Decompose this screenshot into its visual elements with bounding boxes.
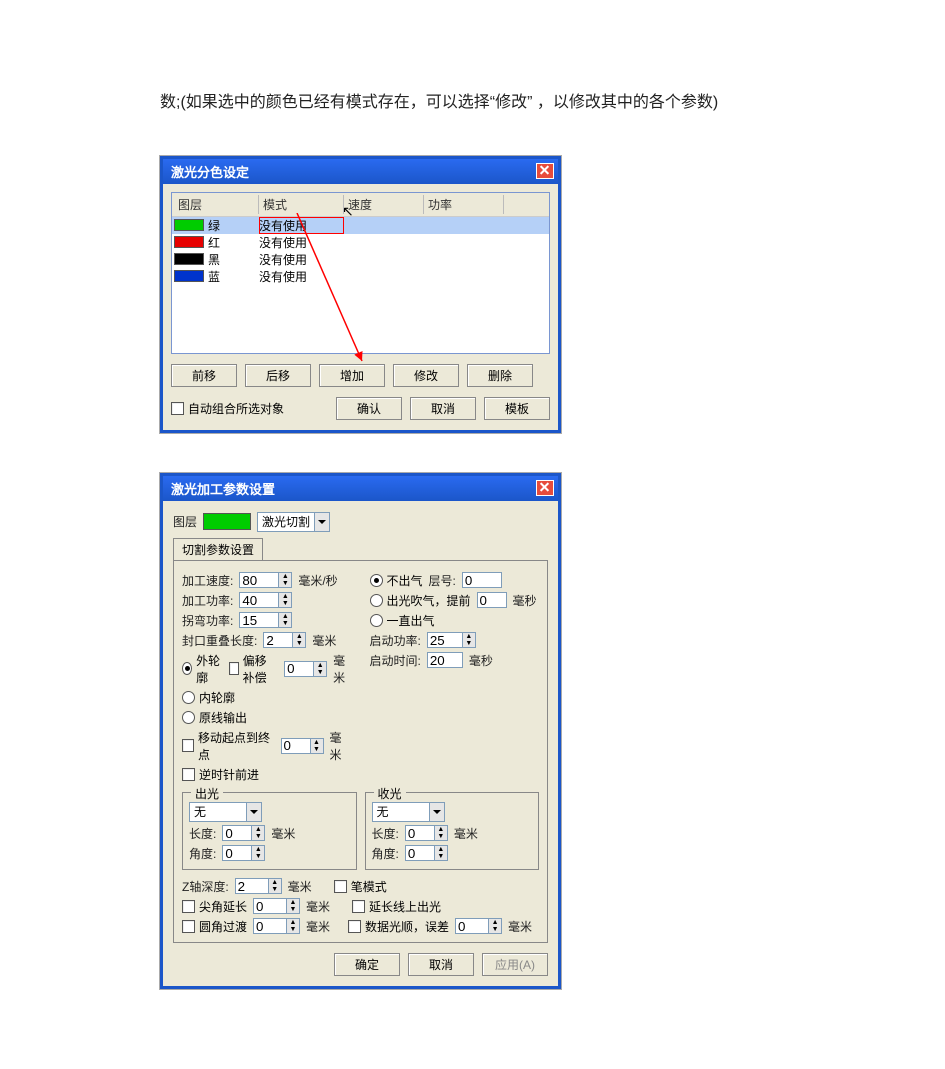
delete-button[interactable]: 删除 <box>467 364 533 387</box>
start-power-input[interactable]: ▲▼ <box>427 632 476 648</box>
table-row[interactable]: 绿 没有使用 <box>172 217 549 234</box>
in-light-group: 收光 无 长度: ▲▼ 毫米 角度: ▲▼ <box>365 792 540 870</box>
dialog1-title: 激光分色设定 <box>171 162 249 181</box>
offset-comp-checkbox[interactable]: 偏移补偿 <box>229 652 279 686</box>
swatch-green <box>174 219 204 231</box>
layer-label: 图层 <box>173 513 197 530</box>
air-advance-radio[interactable]: 出光吹气，提前 <box>370 592 471 609</box>
tab-strip: 切割参数设置 <box>173 538 548 561</box>
edit-button[interactable]: 修改 <box>393 364 459 387</box>
close-icon[interactable] <box>536 480 554 496</box>
table-row[interactable]: 红 没有使用 <box>172 234 549 251</box>
dialog2-titlebar[interactable]: 激光加工参数设置 <box>163 476 558 501</box>
corner-power-input[interactable]: ▲▼ <box>239 612 292 628</box>
in-dropdown[interactable]: 无 <box>372 802 445 822</box>
power-label: 加工功率: <box>182 592 233 609</box>
air-advance-input[interactable] <box>477 592 507 608</box>
noair-radio[interactable]: 不出气 <box>370 572 423 589</box>
dialog2-title: 激光加工参数设置 <box>171 479 275 498</box>
start-time-input[interactable] <box>427 652 463 668</box>
add-button[interactable]: 增加 <box>319 364 385 387</box>
pen-mode-checkbox[interactable]: 笔模式 <box>334 878 387 895</box>
corner-power-label: 拐弯功率: <box>182 612 233 629</box>
swatch-red <box>174 236 204 248</box>
ok-button[interactable]: 确定 <box>334 953 400 976</box>
inner-contour-radio[interactable]: 内轮廓 <box>182 689 235 706</box>
outer-contour-radio[interactable]: 外轮廓 <box>182 652 223 686</box>
arc-trans-checkbox[interactable]: 圆角过渡 <box>182 918 247 935</box>
move-start-checkbox[interactable]: 移动起点到终点 <box>182 729 275 763</box>
cursor-icon: ↖ <box>342 203 354 220</box>
out-dropdown[interactable]: 无 <box>189 802 262 822</box>
seal-input[interactable]: ▲▼ <box>263 632 306 648</box>
in-len-input[interactable]: ▲▼ <box>405 825 448 841</box>
ok-button[interactable]: 确认 <box>336 397 402 420</box>
chevron-down-icon[interactable] <box>246 803 261 821</box>
cancel-button[interactable]: 取消 <box>408 953 474 976</box>
smooth-input[interactable]: ▲▼ <box>455 918 502 934</box>
table-row[interactable]: 黑 没有使用 <box>172 251 549 268</box>
col-power: 功率 <box>424 195 504 214</box>
apply-button[interactable]: 应用(A) <box>482 953 548 976</box>
swatch-black <box>174 253 204 265</box>
speed-input[interactable]: ▲▼ <box>239 572 292 588</box>
cancel-button[interactable]: 取消 <box>410 397 476 420</box>
chevron-down-icon[interactable] <box>429 803 444 821</box>
zdepth-input[interactable]: ▲▼ <box>235 878 282 894</box>
col-speed: 速度 <box>344 195 424 214</box>
dialog1-titlebar[interactable]: 激光分色设定 <box>163 159 558 184</box>
col-mode: 模式 <box>259 195 344 214</box>
auto-group-checkbox[interactable]: 自动组合所选对象 <box>171 400 284 417</box>
sharp-ext-input[interactable]: ▲▼ <box>253 898 300 914</box>
swatch-blue <box>174 270 204 282</box>
arc-trans-input[interactable]: ▲▼ <box>253 918 300 934</box>
always-air-radio[interactable]: 一直出气 <box>370 612 435 629</box>
seal-label: 封口重叠长度: <box>182 632 257 649</box>
layer-color-swatch <box>203 513 251 530</box>
sharp-ext-checkbox[interactable]: 尖角延长 <box>182 898 247 915</box>
layer-num-input[interactable] <box>462 572 502 588</box>
close-icon[interactable] <box>536 163 554 179</box>
ext-line-light-checkbox[interactable]: 延长线上出光 <box>352 898 441 915</box>
layer-list[interactable]: 图层 模式 速度 功率 绿 没有使用 红 没有使用 黑 没有使用 <box>171 192 550 354</box>
move-backward-button[interactable]: 后移 <box>245 364 311 387</box>
table-row[interactable]: 蓝 没有使用 <box>172 268 549 285</box>
move-forward-button[interactable]: 前移 <box>171 364 237 387</box>
in-ang-input[interactable]: ▲▼ <box>405 845 448 861</box>
speed-label: 加工速度: <box>182 572 233 589</box>
laser-param-dialog: 激光加工参数设置 图层 激光切割 切割参数设置 <box>160 473 561 989</box>
out-len-input[interactable]: ▲▼ <box>222 825 265 841</box>
mode-cell-selected: 没有使用 <box>259 217 344 234</box>
color-layer-dialog: 激光分色设定 图层 模式 速度 功率 绿 没有使用 红 没有使用 <box>160 156 561 433</box>
out-light-group: 出光 无 长度: ▲▼ 毫米 角度: ▲▼ <box>182 792 357 870</box>
mode-dropdown[interactable]: 激光切割 <box>257 512 330 532</box>
move-start-input[interactable]: ▲▼ <box>281 738 324 754</box>
out-ang-input[interactable]: ▲▼ <box>222 845 265 861</box>
offset-comp-input[interactable]: ▲▼ <box>284 661 327 677</box>
smooth-checkbox[interactable]: 数据光顺，误差 <box>348 918 449 935</box>
tab-cut-params[interactable]: 切割参数设置 <box>173 538 263 560</box>
list-header: 图层 模式 速度 功率 <box>172 193 549 217</box>
template-button[interactable]: 模板 <box>484 397 550 420</box>
intro-text: 数;(如果选中的颜色已经有模式存在，可以选择“修改” ，以修改其中的各个参数) <box>160 90 785 116</box>
ccw-checkbox[interactable]: 逆时针前进 <box>182 766 259 783</box>
orig-output-radio[interactable]: 原线输出 <box>182 709 247 726</box>
power-input[interactable]: ▲▼ <box>239 592 292 608</box>
chevron-down-icon[interactable] <box>314 513 329 531</box>
col-layer: 图层 <box>174 195 259 214</box>
